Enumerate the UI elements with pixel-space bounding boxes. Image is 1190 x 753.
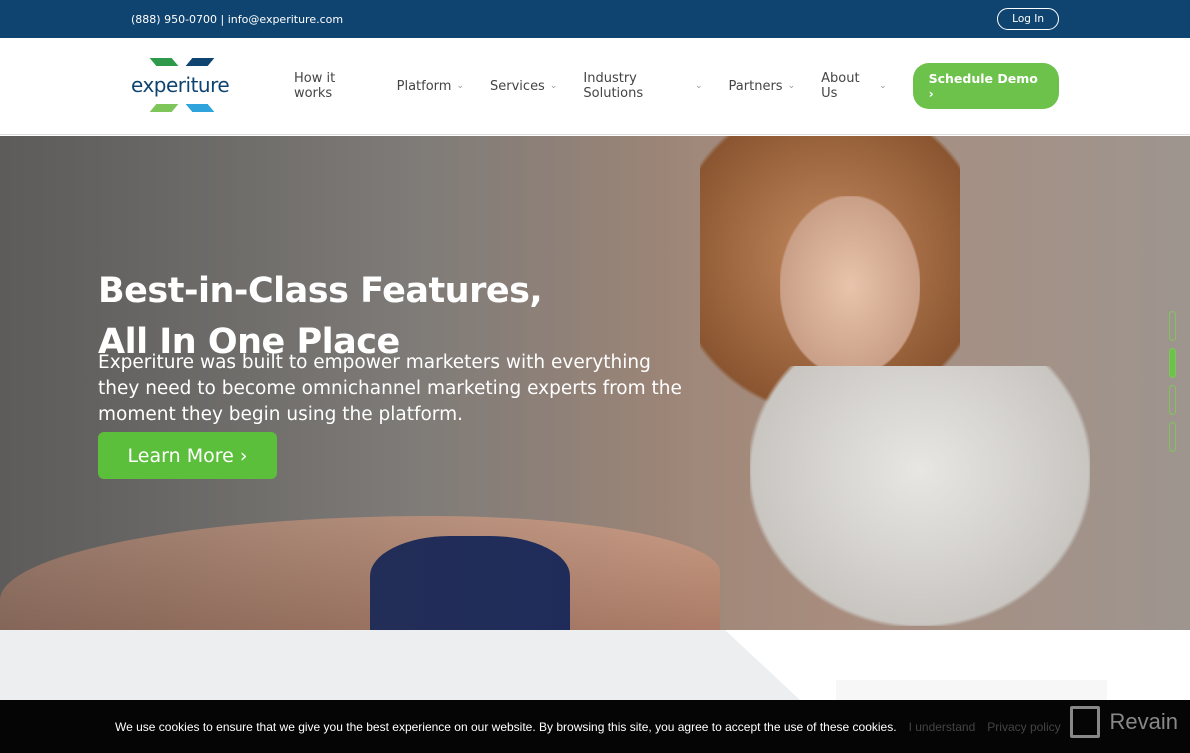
cookie-accept-link[interactable]: I understand — [909, 720, 976, 734]
slide-dot[interactable] — [1169, 385, 1176, 415]
chevron-down-icon: ⌄ — [456, 81, 465, 91]
hero-image — [780, 196, 920, 376]
nav-label: Partners — [728, 78, 783, 94]
learn-more-button[interactable]: Learn More › — [98, 432, 277, 479]
chevron-down-icon: ⌄ — [787, 81, 796, 91]
nav-industry-solutions[interactable]: Industry Solutions ⌄ — [583, 71, 702, 101]
login-button[interactable]: Log In — [997, 8, 1059, 30]
chevron-down-icon: ⌄ — [549, 81, 558, 91]
logo-mark — [185, 58, 215, 66]
revain-logo-icon — [1069, 706, 1100, 738]
watermark-text: Revain — [1109, 709, 1178, 734]
logo-mark — [185, 104, 215, 112]
chevron-down-icon: ⌄ — [879, 81, 887, 91]
nav-services[interactable]: Services ⌄ — [490, 71, 557, 101]
content-section — [0, 630, 1190, 700]
logo-mark — [149, 58, 179, 66]
slide-dot[interactable] — [1169, 422, 1176, 452]
privacy-policy-link[interactable]: Privacy policy — [987, 720, 1060, 734]
content-card — [836, 680, 1107, 700]
slide-dot-active[interactable] — [1169, 348, 1176, 378]
nav-how-it-works[interactable]: How it works — [294, 71, 371, 101]
nav-label: Industry Solutions — [583, 71, 644, 101]
revain-watermark: Revain — [1069, 706, 1178, 738]
nav-platform[interactable]: Platform ⌄ — [397, 71, 464, 101]
hero-text: Experiture was built to empower marketer… — [98, 352, 682, 425]
nav-label: Services — [490, 78, 545, 94]
logo-mark — [149, 104, 179, 112]
section-background — [0, 630, 800, 700]
contact-info: (888) 950-0700 | info@experiture.com — [131, 12, 344, 26]
nav-label: How it works — [293, 71, 336, 101]
nav-partners[interactable]: Partners ⌄ — [729, 71, 796, 101]
logo-text: experiture — [131, 73, 230, 97]
schedule-demo-button[interactable]: Schedule Demo › — [912, 63, 1059, 109]
hero-image — [750, 366, 1090, 626]
logo[interactable]: experiture — [131, 56, 237, 116]
hero-title-line: Best-in-Class Features, — [98, 271, 543, 311]
nav-label: About Us — [821, 71, 860, 101]
slider-pagination — [1169, 311, 1176, 452]
top-bar: (888) 950-0700 | info@experiture.com Log… — [0, 0, 1190, 38]
main-nav: experiture How it works Platform ⌄ Servic… — [0, 38, 1190, 135]
nav-about-us[interactable]: About Us ⌄ — [821, 71, 887, 101]
slide-dot[interactable] — [1169, 311, 1176, 341]
nav-label: Platform — [396, 78, 452, 94]
cookie-text: We use cookies to ensure that we give yo… — [115, 719, 897, 734]
cookie-banner: We use cookies to ensure that we give yo… — [0, 700, 1190, 753]
chevron-down-icon: ⌄ — [695, 81, 703, 91]
